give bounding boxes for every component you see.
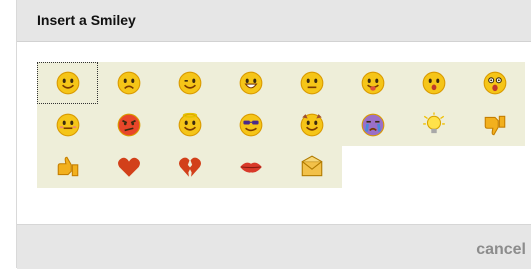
smiley-cell[interactable] [98, 62, 159, 104]
devil-icon [299, 112, 325, 138]
smiley-cell[interactable] [342, 104, 403, 146]
heart-icon [116, 154, 142, 180]
smiley-cell[interactable] [281, 104, 342, 146]
smiley-cell[interactable] [159, 104, 220, 146]
smiley-cell[interactable] [37, 146, 98, 188]
smiley-cell[interactable] [220, 62, 281, 104]
smiley-cell[interactable] [464, 104, 525, 146]
embarrassed-icon [55, 112, 81, 138]
smiley-cell[interactable] [159, 146, 220, 188]
wink-icon [177, 70, 203, 96]
shocked-icon [482, 70, 508, 96]
smiley-cell[interactable] [220, 146, 281, 188]
cool-sunglasses-icon [238, 112, 264, 138]
kiss-lips-icon [238, 154, 264, 180]
crying-icon [360, 112, 386, 138]
smiley-cell[interactable] [159, 62, 220, 104]
insert-smiley-dialog: Insert a Smiley cancel [16, 0, 531, 269]
smiley-cell[interactable] [98, 146, 159, 188]
smiley-cell[interactable] [98, 104, 159, 146]
smiley-grid [37, 62, 525, 188]
grin-icon [238, 70, 264, 96]
cancel-button[interactable]: cancel [476, 241, 526, 259]
lightbulb-icon [421, 112, 447, 138]
thumbs-up-icon [55, 154, 81, 180]
smiley-cell[interactable] [37, 62, 98, 104]
smiley-cell[interactable] [342, 62, 403, 104]
smiley-cell[interactable] [220, 104, 281, 146]
broken-heart-icon [177, 154, 203, 180]
dialog-titlebar: Insert a Smiley [17, 0, 531, 42]
smiley-cell[interactable] [464, 62, 525, 104]
dialog-title: Insert a Smiley [37, 12, 136, 28]
smiley-cell[interactable] [281, 146, 342, 188]
smiley-cell[interactable] [37, 104, 98, 146]
tongue-out-icon [360, 70, 386, 96]
dialog-footer: cancel [17, 224, 531, 269]
thumbs-down-icon [482, 112, 508, 138]
smiley-cell[interactable] [403, 62, 464, 104]
envelope-icon [299, 154, 325, 180]
surprised-icon [421, 70, 447, 96]
smiley-cell[interactable] [281, 62, 342, 104]
angel-icon [177, 112, 203, 138]
smile-icon [55, 70, 81, 96]
angry-icon [116, 112, 142, 138]
frown-icon [299, 70, 325, 96]
sad-icon [116, 70, 142, 96]
smiley-cell[interactable] [403, 104, 464, 146]
